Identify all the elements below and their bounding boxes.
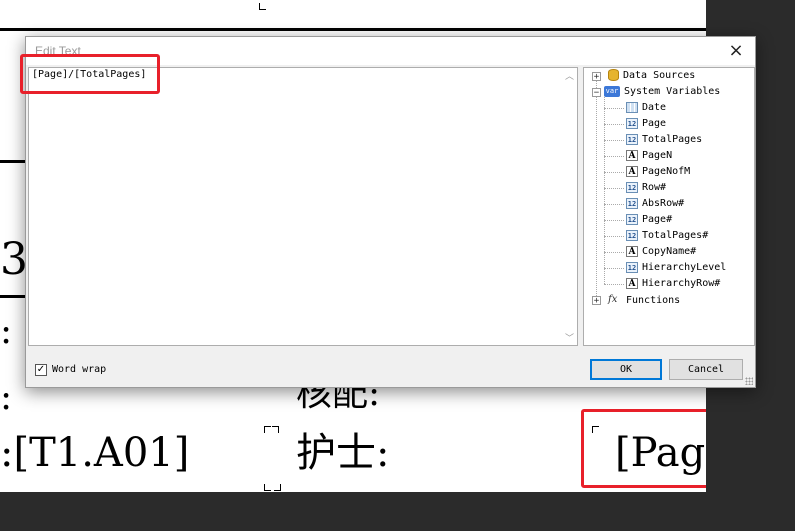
calendar-grid-icon <box>626 101 638 113</box>
tree-item-variable[interactable]: 12 Page# <box>626 212 672 228</box>
word-wrap-checkbox[interactable]: ✓ <box>35 364 47 376</box>
number-12-icon: 12 <box>626 229 638 241</box>
text-a-icon: A <box>626 245 638 257</box>
page-field-highlight-box <box>581 409 706 488</box>
page-rule-left-2 <box>0 295 26 298</box>
database-icon <box>608 69 619 81</box>
editor-vertical-scrollbar[interactable]: ︿ ﹀ <box>563 68 577 345</box>
tree-item-variable[interactable]: 12 TotalPages# <box>626 228 708 244</box>
tree-guide-line <box>604 172 624 173</box>
number-12-icon: 12 <box>626 261 638 273</box>
tree-item-functions[interactable]: fx Functions <box>608 292 680 308</box>
tree-guide-line <box>604 220 624 221</box>
tree-guide-line <box>604 140 624 141</box>
tree-guide-line <box>604 204 624 205</box>
tree-item-label: Page# <box>642 214 673 225</box>
tree-item-label: CopyName# <box>642 246 697 257</box>
tree-item-label: HierarchyRow# <box>642 278 721 289</box>
tree-guide-line <box>604 156 624 157</box>
tree-item-variable[interactable]: A CopyName# <box>626 244 696 260</box>
colon-text: : <box>0 311 13 352</box>
tree-item-label: Date <box>642 102 667 113</box>
tree-item-label: PageNofM <box>642 166 691 177</box>
function-fx-icon: fx <box>608 294 618 305</box>
page-top-rule <box>0 28 706 31</box>
word-wrap-label[interactable]: Word wrap <box>52 364 106 375</box>
scroll-down-icon[interactable]: ﹀ <box>565 331 574 344</box>
tree-item-data-sources[interactable]: Data Sources <box>608 68 695 84</box>
tree-item-label: Data Sources <box>623 70 696 81</box>
field-corner-mark <box>264 484 271 491</box>
text-editor[interactable]: [Page]/[TotalPages] ︿ ﹀ <box>28 67 578 346</box>
number-12-icon: 12 <box>626 213 638 225</box>
editor-text-highlight-box <box>20 54 160 94</box>
tree-guide-line <box>604 236 624 237</box>
scroll-up-icon[interactable]: ︿ <box>565 69 574 82</box>
close-icon[interactable]: × <box>725 40 747 62</box>
ok-button[interactable]: OK <box>590 359 662 380</box>
tree-guide-line <box>604 124 624 125</box>
tree-item-variable[interactable]: 12 TotalPages <box>626 132 702 148</box>
field-corner-mark <box>264 426 271 433</box>
tree-item-label: System Variables <box>624 86 721 97</box>
field-corner-mark <box>274 484 281 491</box>
number-12-icon: 12 <box>626 197 638 209</box>
tree-item-variable[interactable]: Date <box>626 100 666 116</box>
tree-guide-line <box>604 108 624 109</box>
tree-item-label: Page <box>642 118 667 129</box>
expand-icon[interactable]: + <box>592 296 601 306</box>
tree-item-label: PageN <box>642 150 673 161</box>
tree-item-label: HierarchyLevel <box>642 262 727 273</box>
page-rule-left <box>0 160 28 163</box>
tree-item-system-variables[interactable]: var System Variables <box>604 84 720 100</box>
big-digit-text: 3 <box>0 234 28 285</box>
tree-item-label: AbsRow# <box>642 198 685 209</box>
tree-item-label: TotalPages# <box>642 230 709 241</box>
resize-grip-icon[interactable] <box>745 377 753 385</box>
t1-field-text[interactable]: :[T1.A01] <box>0 428 189 478</box>
tree-item-label: Row# <box>642 182 667 193</box>
tree-item-variable[interactable]: A HierarchyRow# <box>626 276 720 292</box>
tree-item-label: TotalPages <box>642 134 703 145</box>
tree-guide-line <box>604 284 624 285</box>
variable-icon: var <box>604 85 620 97</box>
colon-text-2: : <box>0 377 13 418</box>
tree-guide-line <box>604 94 605 284</box>
nurse-label-text: 护士: <box>296 430 390 476</box>
expand-icon[interactable]: + <box>592 72 601 82</box>
dark-workspace-bottom <box>0 492 795 531</box>
field-corner-mark <box>272 426 279 433</box>
tree-item-variable[interactable]: A PageN <box>626 148 672 164</box>
number-12-icon: 12 <box>626 181 638 193</box>
collapse-icon[interactable]: − <box>592 88 601 98</box>
checkmark-icon: ✓ <box>36 364 46 375</box>
tree-guide-line <box>604 268 624 269</box>
tree-item-variable[interactable]: 12 AbsRow# <box>626 196 684 212</box>
number-12-icon: 12 <box>626 133 638 145</box>
number-12-icon: 12 <box>626 117 638 129</box>
text-a-icon: A <box>626 149 638 161</box>
cancel-button[interactable]: Cancel <box>669 359 743 380</box>
tree-guide-line <box>596 76 597 300</box>
tree-item-variable[interactable]: 12 Row# <box>626 180 666 196</box>
tree-item-variable[interactable]: 12 Page <box>626 116 666 132</box>
tree-item-label: Functions <box>626 295 681 306</box>
tree-item-variable[interactable]: A PageNofM <box>626 164 690 180</box>
text-a-icon: A <box>626 277 638 289</box>
text-a-icon: A <box>626 165 638 177</box>
tree-guide-line <box>604 188 624 189</box>
tree-item-variable[interactable]: 12 HierarchyLevel <box>626 260 726 276</box>
field-corner-mark <box>259 3 266 10</box>
tree-guide-line <box>604 252 624 253</box>
variables-tree[interactable]: + Data Sources − var System Variables Dat… <box>583 67 755 346</box>
